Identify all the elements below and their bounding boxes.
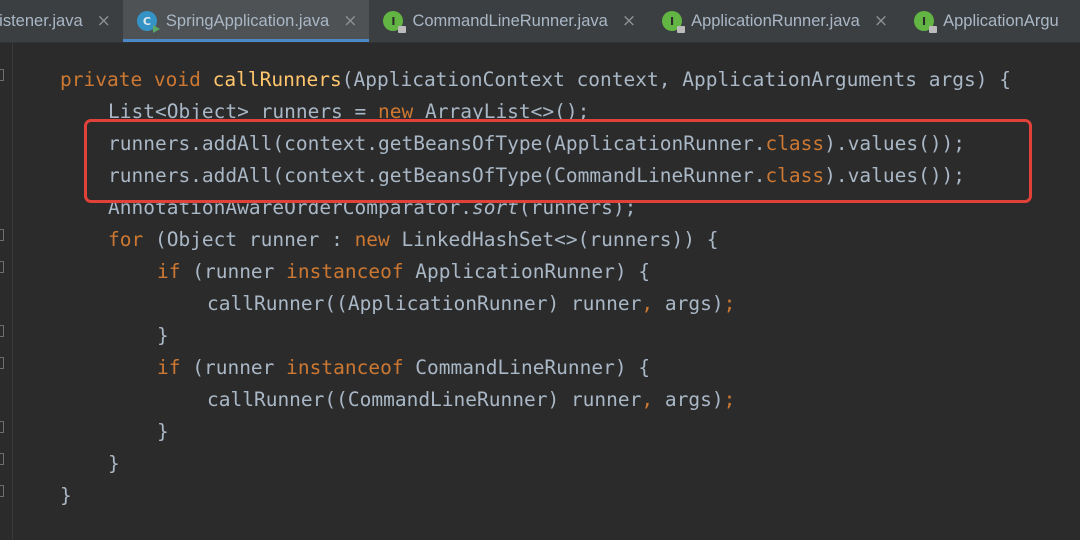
code-line: }: [108, 452, 120, 475]
code-line: private void callRunners(ApplicationCont…: [60, 68, 1011, 91]
code-line: callRunner((CommandLineRunner) runner, a…: [207, 388, 736, 411]
code-line: }: [60, 484, 72, 507]
code-line: for (Object runner : new LinkedHashSet<>…: [108, 228, 719, 251]
code-line: }: [157, 324, 169, 347]
code-editor[interactable]: private void callRunners(ApplicationCont…: [0, 0, 1080, 540]
code-line: callRunner((ApplicationRunner) runner, a…: [207, 292, 736, 315]
highlight-box: [84, 119, 1032, 203]
code-line: }: [157, 420, 169, 443]
code-line: if (runner instanceof CommandLineRunner)…: [157, 356, 651, 379]
code-line: if (runner instanceof ApplicationRunner)…: [157, 260, 651, 283]
